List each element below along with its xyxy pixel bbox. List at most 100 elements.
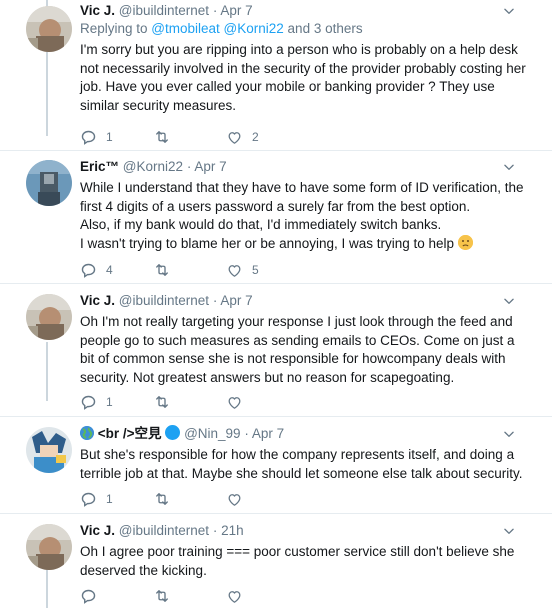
username[interactable]: @ibuildinternet — [119, 523, 209, 538]
tweet[interactable]: Eric™ @Korni22 · Apr 7 While I understan… — [0, 158, 552, 282]
tweet-separator — [0, 283, 552, 284]
avatar[interactable] — [26, 294, 72, 340]
reply-icon — [80, 262, 97, 279]
tweet-header: Vic J. @ibuildinternet · Apr 7 — [80, 292, 528, 310]
retweet-button[interactable] — [153, 128, 226, 146]
retweet-icon — [153, 393, 171, 411]
avatar[interactable] — [26, 160, 72, 206]
display-name[interactable]: Vic J. — [80, 3, 115, 18]
tweet-header: Eric™ @Korni22 · Apr 7 — [80, 158, 528, 176]
chevron-down-icon[interactable] — [502, 524, 516, 538]
like-icon — [226, 588, 243, 605]
tweet[interactable]: <br />空見 @Nin_99 · Apr 7 But she's respo… — [0, 425, 552, 513]
reply-count: 1 — [106, 130, 113, 144]
tweet-actions: 1 — [80, 393, 299, 411]
username[interactable]: @ibuildinternet — [119, 293, 209, 308]
tweet-text-line: While I understand that they have to hav… — [80, 180, 524, 214]
retweet-button[interactable] — [153, 393, 226, 411]
timestamp[interactable]: Apr 7 — [220, 3, 252, 18]
separator-dot: · — [212, 293, 218, 308]
avatar[interactable] — [26, 427, 72, 473]
retweet-button[interactable] — [153, 261, 226, 279]
like-button[interactable] — [226, 588, 299, 605]
separator-dot: · — [244, 426, 249, 441]
display-name[interactable]: Vic J. — [80, 293, 115, 308]
tweet[interactable]: Vic J. @ibuildinternet · Apr 7 Replying … — [0, 2, 552, 150]
tweet-text-line: I wasn't trying to blame her or be annoy… — [80, 234, 528, 254]
replying-prefix: Replying to — [80, 21, 152, 36]
like-button[interactable] — [226, 394, 299, 411]
reply-button[interactable] — [80, 588, 153, 605]
tweet[interactable]: Vic J. @ibuildinternet · 21h Oh I agree … — [0, 522, 552, 615]
globe-emoji — [80, 426, 94, 440]
tweet-actions: 1 2 — [80, 128, 299, 146]
retweet-button[interactable] — [153, 587, 226, 605]
separator-dot: · — [186, 159, 192, 174]
tweet-text-line: Also, if my bank would do that, I'd imme… — [80, 217, 442, 232]
verified-like-blue-dot — [165, 425, 181, 440]
tweet-header: Vic J. @ibuildinternet · Apr 7 — [80, 2, 528, 20]
reply-count: 1 — [106, 492, 113, 506]
like-button[interactable]: 2 — [226, 129, 299, 146]
like-icon — [226, 129, 243, 146]
tweet-actions: 4 5 — [80, 261, 299, 279]
tweet-text-line-content: I wasn't trying to blame her or be annoy… — [80, 235, 455, 251]
timestamp[interactable]: Apr 7 — [220, 293, 252, 308]
mention-link[interactable]: @Korni22 — [224, 21, 284, 36]
tweet-text: Oh I agree poor training === poor custom… — [80, 544, 515, 578]
chevron-down-icon[interactable] — [502, 427, 516, 441]
retweet-icon — [153, 128, 171, 146]
chevron-down-icon[interactable] — [502, 294, 516, 308]
tweet-actions: 1 — [80, 490, 299, 508]
reply-count: 1 — [106, 395, 113, 409]
avatar[interactable] — [26, 6, 72, 52]
timestamp[interactable]: Apr 7 — [194, 159, 226, 174]
tweet-text: Oh I'm not really targeting your respons… — [80, 314, 515, 385]
tweet-text: I'm sorry but you are ripping into a per… — [80, 42, 526, 113]
slightly-frowning-emoji — [457, 234, 473, 250]
tweet-separator — [0, 513, 552, 514]
like-button[interactable]: 5 — [226, 262, 299, 279]
tweet-text: But she's responsible for how the compan… — [80, 447, 523, 481]
reply-count: 4 — [106, 263, 113, 277]
reply-icon — [80, 394, 97, 411]
mention-link[interactable]: @tmobileat — [151, 21, 219, 36]
display-name[interactable]: <br />空見 — [98, 426, 162, 441]
like-count: 2 — [252, 130, 259, 144]
retweet-icon — [153, 587, 171, 605]
timestamp[interactable]: 21h — [221, 523, 244, 538]
reply-icon — [80, 588, 97, 605]
like-button[interactable] — [226, 491, 299, 508]
tweet-header: Vic J. @ibuildinternet · 21h — [80, 522, 528, 540]
reply-button[interactable]: 4 — [80, 262, 153, 279]
reply-icon — [80, 129, 97, 146]
like-icon — [226, 394, 243, 411]
retweet-button[interactable] — [153, 490, 226, 508]
tweet[interactable]: Vic J. @ibuildinternet · Apr 7 Oh I'm no… — [0, 292, 552, 418]
chevron-down-icon[interactable] — [502, 160, 516, 174]
tweet-text: While I understand that they have to hav… — [80, 179, 528, 253]
display-name[interactable]: Eric™ — [80, 159, 119, 174]
retweet-icon — [153, 261, 171, 279]
username[interactable]: @Korni22 — [123, 159, 183, 174]
separator-dot: · — [212, 523, 218, 538]
reply-button[interactable]: 1 — [80, 394, 153, 411]
reply-button[interactable]: 1 — [80, 129, 153, 146]
tweet-separator — [0, 416, 552, 417]
display-name[interactable]: Vic J. — [80, 523, 115, 538]
chevron-down-icon[interactable] — [502, 4, 516, 18]
reply-icon — [80, 491, 97, 508]
replying-to: Replying to @tmobileat @Korni22 and 3 ot… — [80, 20, 528, 38]
username[interactable]: @ibuildinternet — [119, 3, 209, 18]
retweet-icon — [153, 490, 171, 508]
replying-others-link[interactable]: and 3 others — [284, 21, 363, 36]
tweet-header: <br />空見 @Nin_99 · Apr 7 — [80, 425, 528, 443]
like-icon — [226, 491, 243, 508]
like-count: 5 — [252, 263, 259, 277]
username[interactable]: @Nin_99 — [184, 426, 241, 441]
reply-button[interactable]: 1 — [80, 491, 153, 508]
tweet-separator — [0, 150, 552, 151]
timestamp[interactable]: Apr 7 — [252, 426, 284, 441]
like-icon — [226, 262, 243, 279]
avatar[interactable] — [26, 524, 72, 570]
